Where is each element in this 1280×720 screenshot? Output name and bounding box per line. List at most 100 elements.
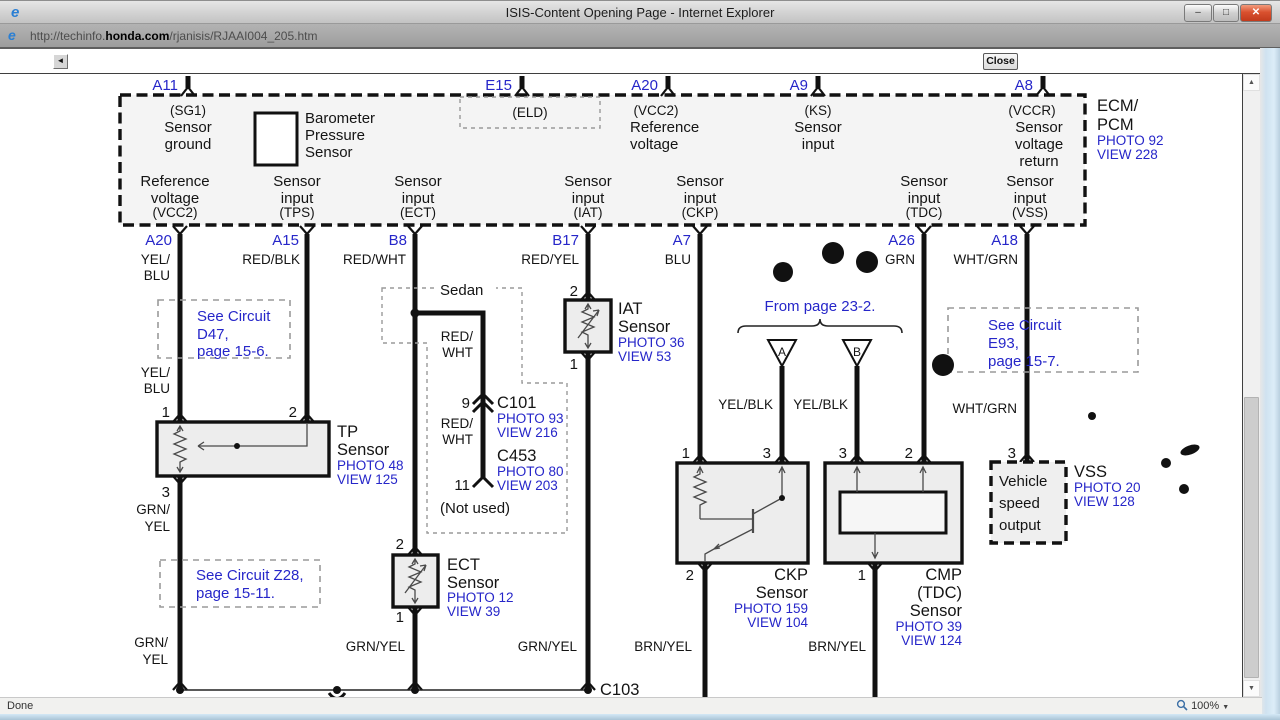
vss-name: VSS [1074,463,1107,481]
ecm-name-line2: PCM [1097,116,1134,134]
cmp-photo-link[interactable]: PHOTO 39 [895,619,962,634]
svg-text:BLU: BLU [144,381,170,396]
pin-label-a7: A7 [673,232,691,249]
ect-pin-1: 1 [396,609,404,626]
svg-text:(IAT): (IAT) [574,205,603,220]
sg1-code: (SG1) [170,103,206,118]
scroll-up-button[interactable]: ▲ [1243,74,1260,91]
ecm-view-link[interactable]: VIEW 228 [1097,147,1158,162]
svg-text:GRN/YEL: GRN/YEL [346,639,406,654]
tp-name: TP [337,423,358,441]
from-page-reference: From page 23-2. A B [737,298,903,369]
svg-text:YEL/BLK: YEL/BLK [793,397,848,412]
ckp-view-link[interactable]: VIEW 104 [747,615,808,630]
vertical-scrollbar[interactable]: ▲ ▼ [1243,74,1260,697]
title-bar: e ISIS-Content Opening Page - Internet E… [0,0,1280,24]
svg-text:YEL: YEL [144,519,170,534]
cmp-name: CMP [925,566,962,584]
cmp-pin-2: 2 [905,445,913,462]
svg-text:See Circuit: See Circuit [197,308,271,325]
vccr-line2: voltage [1015,136,1063,153]
cmp-view-link[interactable]: VIEW 124 [901,633,962,648]
pin-label-b8: B8 [389,232,407,249]
svg-text:YEL/: YEL/ [141,365,171,380]
ect-name: ECT [447,556,480,574]
cmp-pin-3: 3 [839,445,847,462]
tp-view-link[interactable]: VIEW 125 [337,472,398,487]
c101-view-link[interactable]: VIEW 216 [497,425,558,440]
scroll-down-button[interactable]: ▼ [1243,680,1260,697]
triangle-a-label: A [778,345,786,359]
ect-photo-link[interactable]: PHOTO 12 [447,590,514,605]
svg-text:RED/BLK: RED/BLK [242,252,300,267]
vss-photo-link[interactable]: PHOTO 20 [1074,480,1141,495]
scrollbar-thumb[interactable] [1244,397,1259,678]
status-text: Done [7,700,34,712]
vcc2-line1: Reference [630,119,699,136]
ect-view-link[interactable]: VIEW 39 [447,604,500,619]
pin-label-a8: A8 [1015,77,1033,94]
svg-text:E93,: E93, [988,335,1019,352]
url-text: http://techinfo.honda.com/rjanisis/RJAAI… [30,29,317,43]
c101-label: C101 [497,394,536,412]
cmp-tdc-sensor: 3 2 1 CMP (TDC) Sensor PHOTO 39 VIEW 124 [823,445,964,648]
url-prefix: http://techinfo. [30,29,106,43]
back-button[interactable]: ◄ [53,54,68,69]
vss-view-link[interactable]: VIEW 128 [1074,494,1135,509]
pin-label-a20: A20 [145,232,172,249]
tp-photo-link[interactable]: PHOTO 48 [337,458,404,473]
ckp-sensor: 1 3 2 CKP Sensor PHOTO 159 VIEW 104 [675,445,810,630]
c453-photo-link[interactable]: PHOTO 80 [497,464,564,479]
tp-sensor: 1 2 3 TP Sensor PHOTO 48 VIEW 125 [155,404,404,501]
connector-c101-c453: 9 C101 PHOTO 93 VIEW 216 C453 PHOTO 80 V… [440,391,564,517]
pin-label-a20-top: A20 [631,77,658,94]
vss-vehicle-speed-output: 3 Vehicle speed output VSS PHOTO 20 VIEW… [989,445,1141,545]
ecm-name-line1: ECM/ [1097,97,1139,115]
iat-photo-link[interactable]: PHOTO 36 [618,335,685,350]
pin-label-a18: A18 [991,232,1018,249]
minimize-button[interactable]: – [1184,4,1212,22]
iat-view-link[interactable]: VIEW 53 [618,349,671,364]
svg-text:Sensor: Sensor [910,602,963,620]
from-page-label: From page 23-2. [765,298,876,315]
svg-text:(CKP): (CKP) [682,205,719,220]
zoom-control[interactable]: 100% ▼ [1176,699,1229,712]
svg-text:Sensor: Sensor [900,173,948,190]
ckp-photo-link[interactable]: PHOTO 159 [734,601,808,616]
pin-label-e15: E15 [485,77,512,94]
svg-text:Sensor: Sensor [564,173,612,190]
svg-text:Sensor: Sensor [394,173,442,190]
ecm-photo-link[interactable]: PHOTO 92 [1097,133,1164,148]
pin-label-b17: B17 [552,232,579,249]
magnifier-icon [1176,699,1188,711]
svg-text:Sensor: Sensor [273,173,321,190]
svg-text:RED/: RED/ [441,329,474,344]
c101-photo-link[interactable]: PHOTO 93 [497,411,564,426]
svg-text:WHT: WHT [442,345,473,360]
maximize-button[interactable]: □ [1213,4,1239,22]
ect-sensor: 2 1 ECT Sensor PHOTO 12 VIEW 39 [391,536,514,626]
zoom-dropdown-caret[interactable]: ▼ [1222,704,1229,711]
svg-text:page 15-6.: page 15-6. [197,343,269,360]
ckp-pin-1: 1 [682,445,690,462]
svg-text:YEL/: YEL/ [141,252,171,267]
c103-label: C103 [600,681,639,697]
sg1-line1: Sensor [164,119,212,136]
window-close-button[interactable]: ✕ [1240,4,1272,22]
sedan-label: Sedan [440,282,483,299]
ecm-top-pins: A11 E15 A20 A9 A8 [152,76,1051,97]
note-e93: See Circuit E93, page 15-7. [947,307,1139,373]
diagram-page: A11 E15 A20 A9 A8 (SG1) Sensor ground Ba… [0,74,1242,697]
iat-pin-1: 1 [570,356,578,373]
svg-text:GRN: GRN [885,252,915,267]
pin-label-a9: A9 [790,77,808,94]
svg-text:speed: speed [999,495,1040,512]
ckp-pin-3: 3 [763,445,771,462]
ink-marks [773,242,1200,494]
address-bar[interactable]: e http://techinfo.honda.com/rjanisis/RJA… [0,24,1280,49]
svg-text:BRN/YEL: BRN/YEL [634,639,692,654]
svg-text:GRN/: GRN/ [134,635,168,650]
c453-view-link[interactable]: VIEW 203 [497,478,558,493]
ks-code: (KS) [805,103,832,118]
close-button[interactable]: Close [983,53,1018,70]
